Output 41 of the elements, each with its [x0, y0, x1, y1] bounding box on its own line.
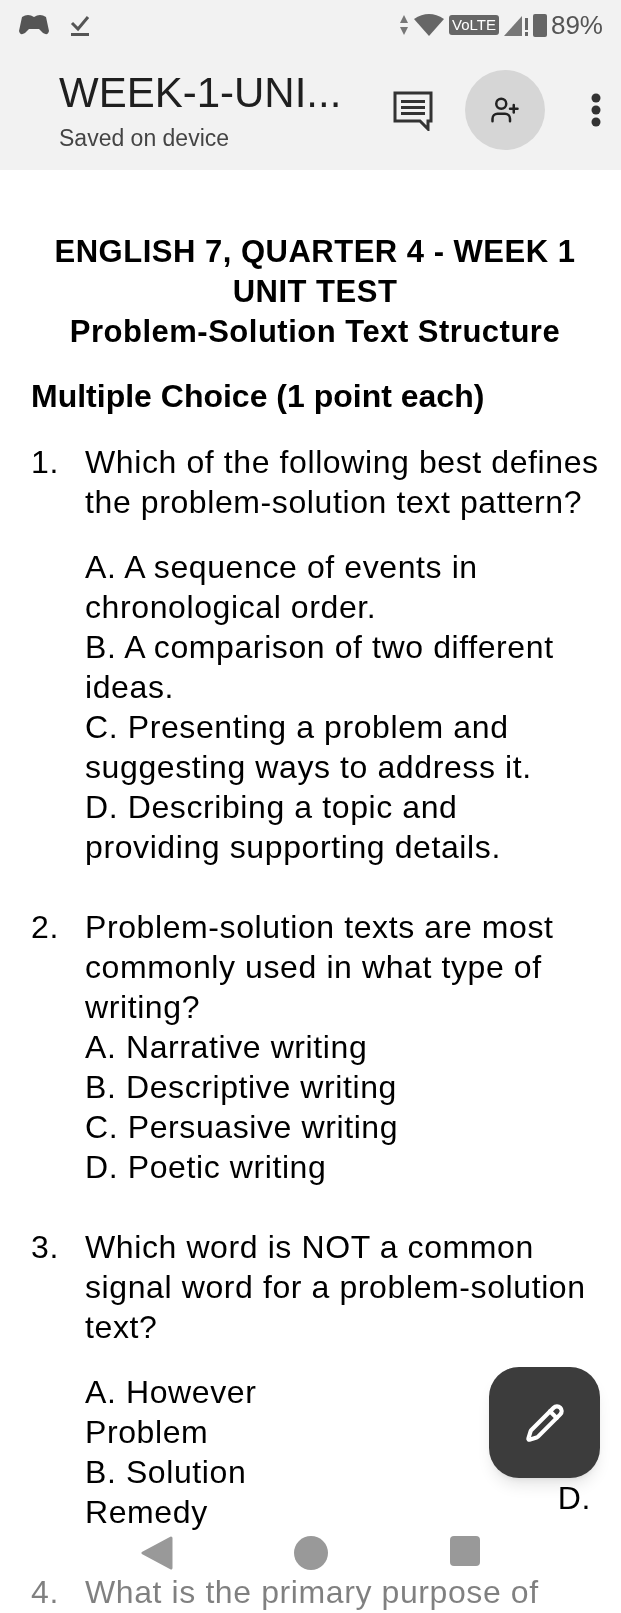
document-title: WEEK-1-UNI...	[59, 68, 343, 118]
download-done-icon	[68, 13, 92, 37]
answer-option: A. Narrative writing	[85, 1027, 368, 1067]
edit-button[interactable]	[489, 1367, 600, 1478]
document-heading: UNIT TEST	[232, 273, 398, 311]
question-number: 2.	[31, 908, 60, 947]
add-person-icon	[490, 95, 520, 125]
recents-icon[interactable]	[450, 1536, 481, 1566]
home-icon[interactable]	[294, 1536, 329, 1570]
pencil-icon	[524, 1402, 565, 1443]
answer-option: D.	[557, 1478, 591, 1518]
question-text: Problem-solution texts are most commonly used in what type of writing?	[85, 908, 555, 1027]
question-text: Which word is NOT a common signal word for a problem-solution text?	[85, 1228, 587, 1347]
data-arrows-icon	[399, 14, 410, 36]
answer-option: C. Persuasive writing	[85, 1107, 399, 1147]
save-status: Saved on device	[59, 124, 231, 153]
more-options-icon	[591, 93, 601, 127]
question-number: 1.	[31, 443, 60, 482]
answer-option: Problem	[85, 1412, 209, 1452]
answer-option: D. Poetic writing	[85, 1147, 327, 1187]
document-heading: ENGLISH 7, QUARTER 4 - WEEK 1	[54, 233, 576, 271]
battery-percent: 89%	[550, 12, 603, 38]
answer-option: B. A comparison of two different ideas.	[85, 627, 599, 707]
gamepad-icon	[18, 13, 50, 37]
volte-badge: VoLTE	[449, 15, 499, 35]
answer-option: Remedy	[85, 1492, 208, 1532]
question-text: Which of the following best defines the problem-solution text pattern?	[85, 443, 599, 522]
answer-option: C. Presenting a problem and suggesting ways to address it.	[85, 707, 599, 787]
answer-option: B. Descriptive writing	[85, 1067, 397, 1107]
question-text: What is the primary purpose of	[85, 1573, 540, 1612]
answer-option: B. Solution	[85, 1452, 247, 1492]
wifi-icon	[413, 13, 446, 37]
answer-option: A. A sequence of events in chronological order.	[85, 547, 599, 627]
section-heading: Multiple Choice (1 point each)	[31, 378, 485, 414]
answer-option: A. However	[85, 1372, 257, 1412]
answer-option: D. Describing a topic and providing supporting details.	[85, 787, 599, 867]
question-number: 3.	[31, 1228, 60, 1267]
back-icon[interactable]	[140, 1536, 173, 1570]
question-number: 4.	[31, 1573, 60, 1612]
document-heading: Problem-Solution Text Structure	[69, 313, 561, 351]
battery-icon	[532, 13, 547, 37]
